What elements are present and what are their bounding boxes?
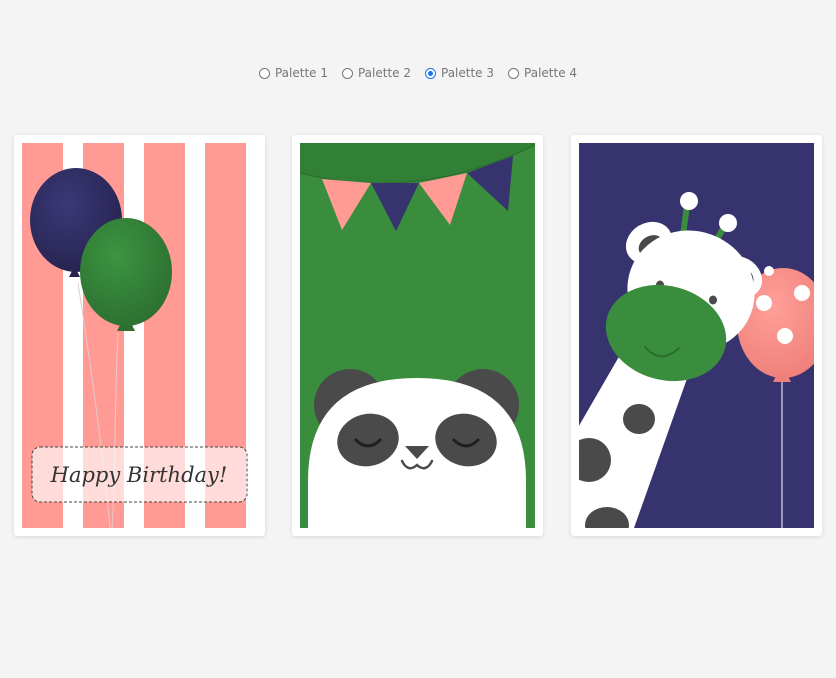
giraffe-illustration: [579, 143, 814, 528]
birthday-card[interactable]: Happy Birthday!: [14, 135, 265, 536]
palette-1-radio[interactable]: [258, 67, 270, 79]
palette-2-label: Palette 2: [357, 66, 411, 80]
panda-card[interactable]: [292, 135, 543, 536]
palette-3-radio[interactable]: [425, 67, 436, 79]
palette-option-4[interactable]: Palette 4: [508, 66, 577, 80]
palette-option-3[interactable]: Palette 3: [425, 66, 494, 80]
panda: [308, 369, 526, 528]
palette-2-radio[interactable]: [341, 67, 353, 79]
palette-3-label: Palette 3: [441, 66, 495, 80]
palette-1-label: Palette 1: [274, 66, 328, 80]
giraffe-horn-tip: [680, 192, 698, 210]
birthday-message: Happy Birthday!: [50, 463, 228, 487]
palette-4-label: Palette 4: [524, 66, 578, 80]
birthday-illustration: Happy Birthday!: [22, 143, 257, 528]
palette-option-1[interactable]: Palette 1: [258, 66, 328, 80]
palette-selector: Palette 1 Palette 2 Palette 3 Palette 4: [0, 66, 836, 80]
panda-illustration: [300, 143, 535, 528]
giraffe-card[interactable]: [571, 135, 822, 536]
giraffe-right-eye: [709, 295, 717, 305]
giraffe-horn-tip: [719, 214, 737, 232]
palette-option-2[interactable]: Palette 2: [341, 66, 411, 80]
palette-4-radio[interactable]: [508, 67, 520, 79]
